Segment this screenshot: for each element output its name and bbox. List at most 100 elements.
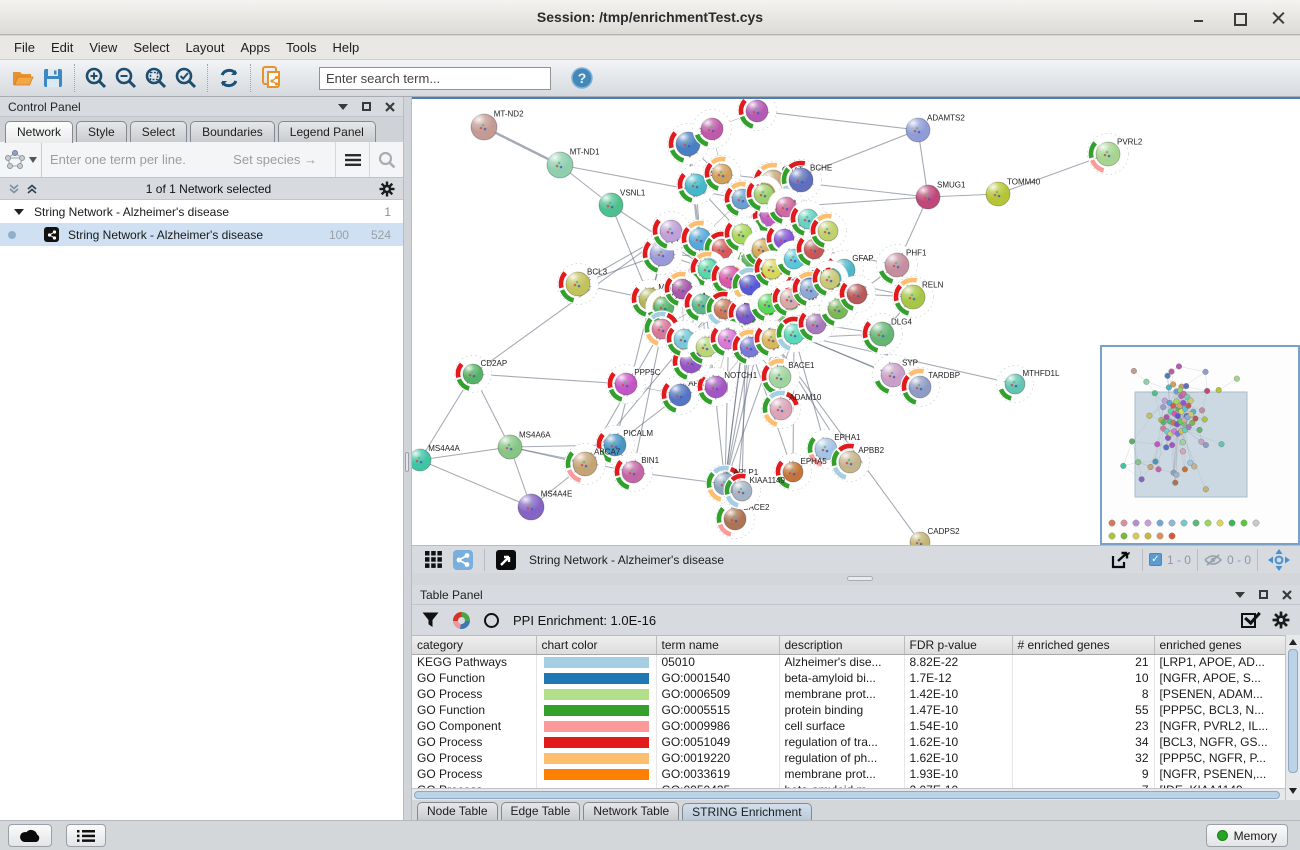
birdseye-overview[interactable]	[1100, 345, 1300, 545]
network-row-selected[interactable]: String Network - Alzheimer's disease 100…	[0, 223, 403, 246]
collapse-all-icon[interactable]	[26, 183, 38, 195]
string-options-button[interactable]	[335, 142, 369, 177]
table-row[interactable]: GO ProcessGO:0019220regulation of ph...1…	[412, 750, 1285, 766]
filter-icon[interactable]	[422, 612, 439, 628]
vertical-splitter[interactable]	[404, 97, 412, 820]
table-header-row[interactable]: categorychart colorterm namedescriptionF…	[412, 636, 1285, 654]
close-button[interactable]	[1272, 11, 1286, 25]
panel-float-icon[interactable]	[1259, 590, 1268, 599]
panel-menu-icon[interactable]	[1235, 592, 1245, 598]
enrichment-table[interactable]: categorychart colorterm namedescriptionF…	[412, 635, 1285, 788]
network-node-mt-nd2[interactable]: MT-ND2	[471, 110, 524, 140]
tab-string-enrichment[interactable]: STRING Enrichment	[682, 803, 811, 821]
open-session-button[interactable]	[8, 63, 38, 93]
export-network-button[interactable]	[1106, 545, 1136, 575]
table-row[interactable]: GO ProcessGO:0051049regulation of tra...…	[412, 734, 1285, 750]
menu-layout[interactable]: Layout	[177, 37, 232, 58]
panel-float-icon[interactable]	[362, 102, 371, 111]
table-row[interactable]: GO ProcessGO:0006509membrane prot...1.42…	[412, 686, 1285, 702]
table-row[interactable]: GO FunctionGO:0001540beta-amyloid bi...1…	[412, 670, 1285, 686]
maximize-button[interactable]	[1232, 11, 1246, 25]
network-node[interactable]	[737, 99, 776, 131]
network-node-smug1[interactable]: SMUG1	[916, 180, 966, 209]
zoom-out-button[interactable]	[111, 63, 141, 93]
tab-node-table[interactable]: Node Table	[417, 802, 498, 820]
tab-style[interactable]: Style	[76, 121, 127, 142]
save-session-button[interactable]	[38, 63, 68, 93]
panel-menu-icon[interactable]	[338, 104, 348, 110]
menu-select[interactable]: Select	[125, 37, 177, 58]
network-node-pvrl2[interactable]: PVRL2	[1087, 133, 1143, 175]
horizontal-splitter[interactable]	[412, 573, 1300, 585]
network-node[interactable]	[692, 109, 731, 148]
memory-button[interactable]: Memory	[1206, 824, 1288, 847]
tab-select[interactable]: Select	[130, 121, 187, 142]
column-header-term-name[interactable]: term name	[656, 636, 779, 654]
gear-icon[interactable]	[1272, 611, 1290, 629]
expand-all-icon[interactable]	[8, 183, 20, 195]
panel-close-icon[interactable]	[385, 102, 395, 112]
network-node-bin1[interactable]: BIN1	[613, 452, 659, 491]
enrichment-chart-icon[interactable]	[453, 612, 470, 629]
table-row[interactable]: GO ComponentGO:0009986cell surface1.54E-…	[412, 718, 1285, 734]
zoom-selected-button[interactable]	[171, 63, 201, 93]
column-header-fdr-p-value[interactable]: FDR p-value	[904, 636, 1012, 654]
network-collection-row[interactable]: String Network - Alzheimer's disease 1	[0, 200, 403, 223]
table-row[interactable]: GO FunctionGO:0005515protein binding1.47…	[412, 702, 1285, 718]
panel-close-icon[interactable]	[1282, 590, 1292, 600]
network-node-mt-nd1[interactable]: MT-ND1	[547, 148, 600, 178]
help-button[interactable]: ?	[567, 63, 597, 93]
menu-apps[interactable]: Apps	[233, 37, 279, 58]
detach-view-button[interactable]	[491, 545, 521, 575]
refresh-button[interactable]	[214, 63, 244, 93]
menu-view[interactable]: View	[81, 37, 125, 58]
select-terms-checkbox-icon[interactable]	[1241, 613, 1256, 628]
tab-network-table[interactable]: Network Table	[583, 802, 679, 820]
tree-expand-icon[interactable]	[14, 209, 24, 215]
menu-edit[interactable]: Edit	[43, 37, 81, 58]
menu-file[interactable]: File	[6, 37, 43, 58]
task-history-button[interactable]	[66, 824, 106, 847]
network-node-mthfd1l[interactable]: MTHFD1L	[997, 366, 1060, 403]
string-search-button[interactable]	[369, 142, 403, 177]
tab-network[interactable]: Network	[5, 121, 73, 143]
tab-boundaries[interactable]: Boundaries	[190, 121, 275, 142]
network-node-bcl3[interactable]: BCL3	[557, 263, 607, 305]
column-header-category[interactable]: category	[412, 636, 536, 654]
network-view[interactable]: MT-ND2MT-ND1VSNL1GAB2IRS1CHATBCHEACHEAPO…	[412, 97, 1300, 545]
column-header--enriched-genes[interactable]: # enriched genes	[1012, 636, 1154, 654]
clone-network-button[interactable]	[257, 63, 287, 93]
scroll-down-icon[interactable]	[1289, 788, 1297, 794]
network-node-dlg4[interactable]: DLG4	[861, 313, 912, 355]
column-header-chart-color[interactable]: chart color	[536, 636, 656, 654]
network-node-adamts2[interactable]: ADAMTS2	[906, 113, 965, 142]
table-row[interactable]: KEGG Pathways05010Alzheimer's dise...8.8…	[412, 654, 1285, 670]
string-protein-query-selector[interactable]	[0, 142, 42, 177]
table-row[interactable]: GO ProcessGO:0033619membrane prot...1.93…	[412, 766, 1285, 782]
network-node-cadps2[interactable]: CADPS2	[910, 527, 960, 545]
remove-chart-icon[interactable]	[484, 613, 499, 628]
menu-help[interactable]: Help	[325, 37, 368, 58]
set-species-hint[interactable]: Set species →	[233, 152, 317, 167]
birdseye-toggle-button[interactable]	[448, 545, 478, 575]
zoom-in-button[interactable]	[81, 63, 111, 93]
pan-tool-button[interactable]	[1264, 545, 1294, 575]
network-node[interactable]	[839, 276, 876, 313]
gear-icon[interactable]	[379, 181, 395, 197]
scroll-up-icon[interactable]	[1289, 639, 1297, 645]
network-node-cd2ap[interactable]: CD2AP	[455, 356, 508, 393]
string-term-input[interactable]	[50, 152, 233, 167]
tab-edge-table[interactable]: Edge Table	[501, 802, 581, 820]
network-node-ppp5c[interactable]: PPP5C	[606, 364, 660, 403]
column-header-enriched-genes[interactable]: enriched genes	[1154, 636, 1285, 654]
grid-mode-button[interactable]	[418, 545, 448, 575]
cloud-tasks-button[interactable]	[8, 824, 52, 847]
search-input[interactable]	[319, 67, 551, 90]
tab-legend-panel[interactable]: Legend Panel	[278, 121, 376, 142]
horizontal-scrollbar[interactable]	[412, 788, 1285, 800]
minimize-button[interactable]	[1192, 11, 1206, 25]
network-node-tomm40[interactable]: TOMM40	[986, 177, 1041, 206]
vertical-scrollbar[interactable]	[1285, 635, 1300, 800]
zoom-fit-button[interactable]	[141, 63, 171, 93]
network-node[interactable]	[701, 153, 743, 195]
